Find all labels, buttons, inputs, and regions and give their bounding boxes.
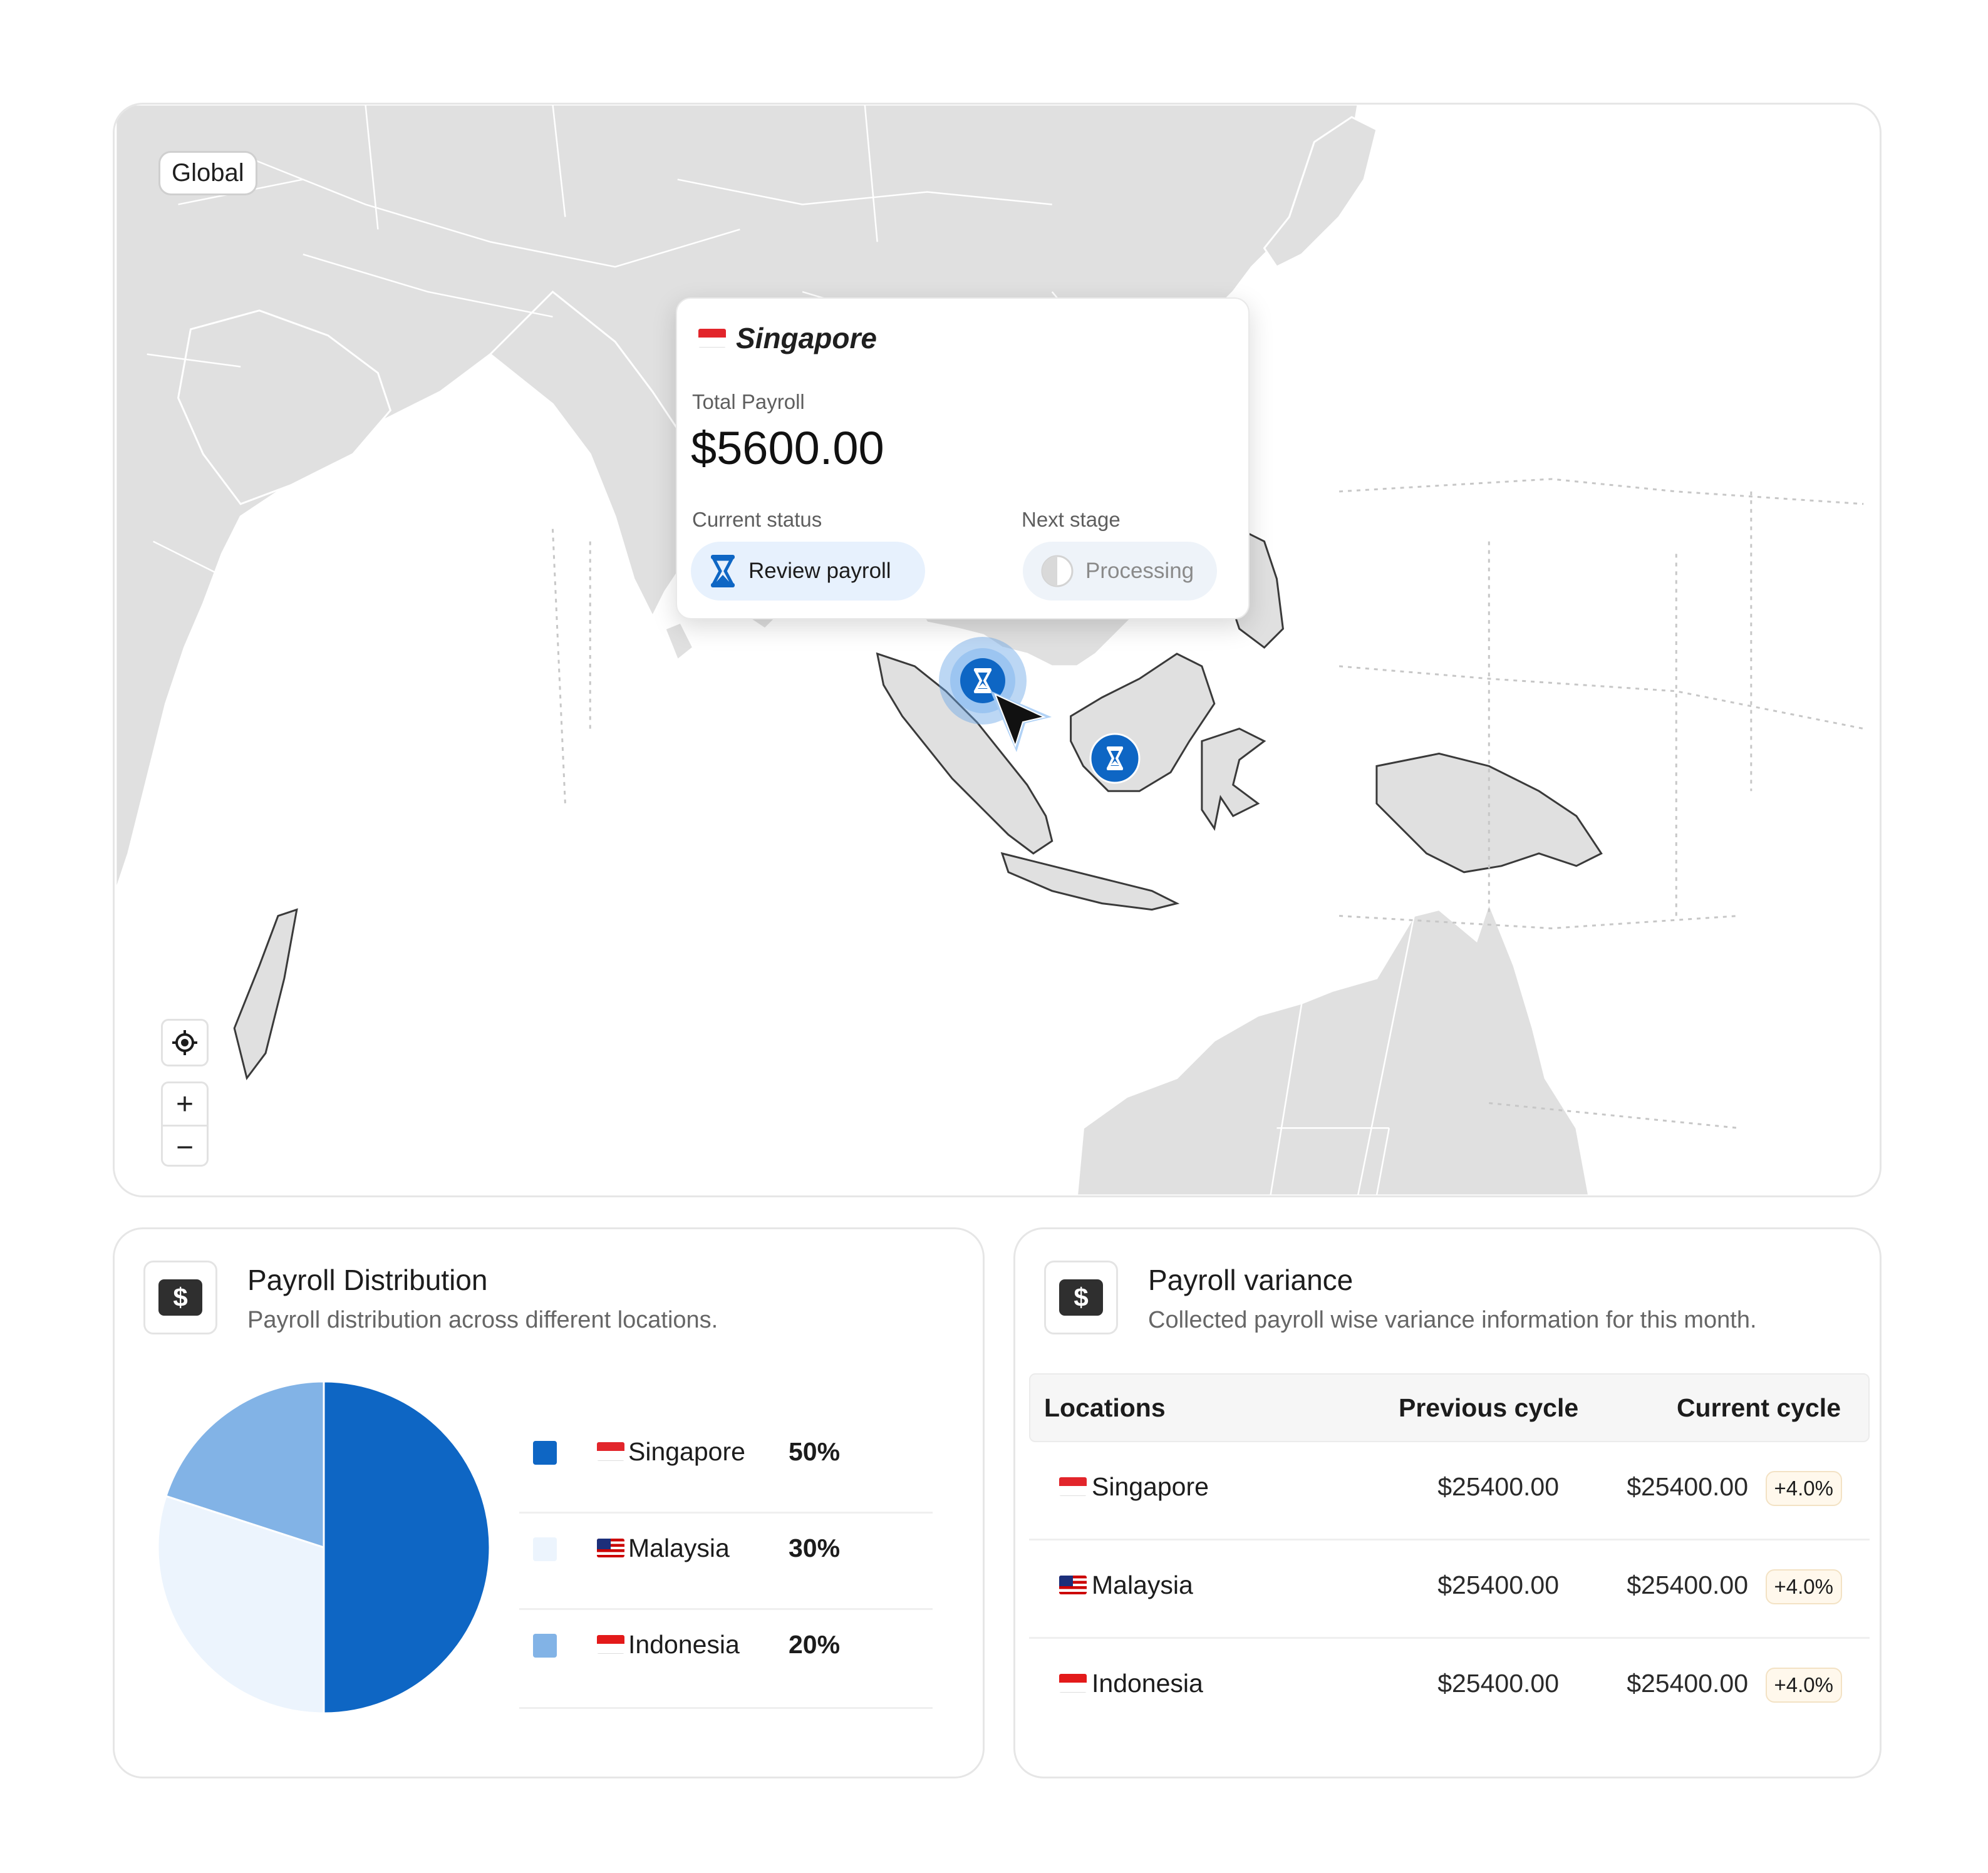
half-circle-progress-icon [1041, 555, 1074, 587]
next-stage-value: Processing [1085, 559, 1194, 583]
row-current-cycle: $25400.00 [1627, 1472, 1748, 1501]
dollar-icon-box: $ [143, 1261, 217, 1334]
legend-swatch [533, 1537, 557, 1561]
row-location: Singapore [1092, 1472, 1209, 1501]
legend-percent: 50% [789, 1437, 841, 1466]
current-status-value: Review payroll [748, 559, 891, 583]
indonesia-flag-icon [1059, 1674, 1087, 1693]
row-previous-cycle: $25400.00 [1437, 1571, 1559, 1599]
singapore-flag-icon [597, 1442, 624, 1461]
legend-name: Malaysia [628, 1534, 730, 1562]
malaysia-flag-icon [597, 1539, 624, 1557]
pie-chart [157, 1380, 491, 1715]
table-row[interactable]: Indonesia $25400.00 $25400.00 +4.0% [1029, 1639, 1870, 1737]
column-header-current[interactable]: Current cycle [1677, 1393, 1841, 1423]
zoom-controls: + − [161, 1081, 209, 1167]
locate-button[interactable] [161, 1019, 209, 1066]
table-header: Locations Previous cycle Current cycle [1029, 1373, 1870, 1442]
landmass-sri-lanka [663, 621, 695, 662]
legend-swatch [533, 1634, 557, 1658]
total-payroll-label: Total Payroll [692, 390, 805, 413]
card-title: Payroll Distribution [247, 1264, 488, 1296]
variance-badge: +4.0% [1765, 1471, 1842, 1506]
zoom-out-button[interactable]: − [163, 1125, 207, 1168]
next-stage-pill: Processing [1023, 542, 1217, 601]
hourglass-icon [711, 555, 735, 587]
legend-row-singapore: Singapore 50% [519, 1417, 933, 1514]
payroll-variance-card: $ Payroll variance Collected payroll wis… [1013, 1227, 1882, 1778]
legend-percent: 30% [789, 1534, 841, 1562]
row-location: Indonesia [1092, 1669, 1203, 1698]
cursor-pointer-icon [990, 691, 1052, 752]
landmass-australia [1076, 900, 1590, 1195]
current-status-label: Current status [692, 508, 822, 531]
column-header-locations[interactable]: Locations [1044, 1393, 1166, 1423]
column-header-previous[interactable]: Previous cycle [1399, 1393, 1578, 1423]
legend-row-indonesia: Indonesia 20% [519, 1610, 933, 1709]
pie-slice-singapore[interactable] [323, 1380, 491, 1715]
next-stage-label: Next stage [1022, 508, 1121, 531]
legend-swatch [533, 1441, 557, 1465]
landmass-sulawesi [1201, 727, 1266, 831]
dollar-icon: $ [158, 1279, 202, 1316]
current-status-pill: Review payroll [691, 542, 925, 601]
popup-location: Singapore [736, 322, 877, 354]
variance-badge: +4.0% [1765, 1569, 1842, 1604]
zoom-in-button[interactable]: + [163, 1083, 207, 1125]
dollar-icon-box: $ [1044, 1261, 1118, 1334]
table-row[interactable]: Malaysia $25400.00 $25400.00 +4.0% [1029, 1540, 1870, 1639]
legend-name: Singapore [628, 1437, 745, 1466]
card-subtitle: Collected payroll wise variance informat… [1148, 1307, 1757, 1333]
singapore-flag-icon [1059, 1477, 1087, 1496]
singapore-flag-icon [698, 329, 726, 348]
payroll-distribution-card: $ Payroll Distribution Payroll distribut… [113, 1227, 985, 1778]
indonesia-flag-icon [597, 1635, 624, 1654]
chart-legend: Singapore 50% Malaysia 30% Indonesia 20% [519, 1417, 933, 1709]
region-chip[interactable]: Global [158, 151, 257, 195]
row-previous-cycle: $25400.00 [1437, 1669, 1559, 1698]
card-subtitle: Payroll distribution across different lo… [247, 1307, 718, 1333]
legend-percent: 20% [789, 1630, 841, 1659]
map-panel[interactable]: Global + − Singapore Total Payroll $5600… [113, 103, 1882, 1197]
map-marker-indonesia[interactable] [1089, 733, 1141, 784]
dollar-icon: $ [1059, 1279, 1103, 1316]
location-popup: Singapore Total Payroll $5600.00 Current… [676, 297, 1250, 619]
variance-table: Locations Previous cycle Current cycle S… [1029, 1373, 1870, 1737]
row-current-cycle: $25400.00 [1627, 1571, 1748, 1599]
landmass-java [1000, 852, 1180, 911]
legend-name: Indonesia [628, 1630, 740, 1659]
landmass-madagascar [233, 908, 298, 1081]
total-payroll-value: $5600.00 [691, 422, 884, 474]
popup-title: Singapore [698, 321, 877, 355]
row-previous-cycle: $25400.00 [1437, 1472, 1559, 1501]
locate-icon [172, 1030, 197, 1055]
malaysia-flag-icon [1059, 1576, 1087, 1594]
card-title: Payroll variance [1148, 1264, 1354, 1296]
row-location: Malaysia [1092, 1571, 1193, 1599]
variance-badge: +4.0% [1765, 1668, 1842, 1703]
row-current-cycle: $25400.00 [1627, 1669, 1748, 1698]
table-row[interactable]: Singapore $25400.00 $25400.00 +4.0% [1029, 1442, 1870, 1540]
legend-row-malaysia: Malaysia 30% [519, 1514, 933, 1610]
